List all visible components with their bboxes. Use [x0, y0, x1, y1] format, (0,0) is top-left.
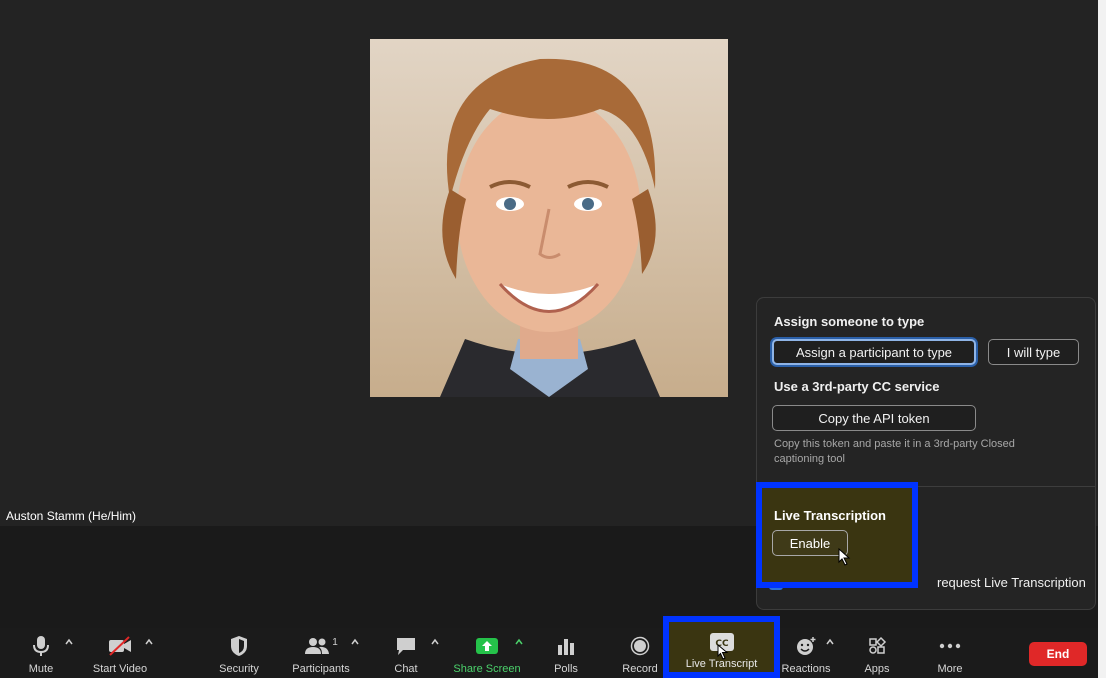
live-transcription-title: Live Transcription [774, 508, 886, 523]
share-screen-icon [472, 634, 502, 658]
participant-video [370, 39, 728, 397]
copy-api-token-button[interactable]: Copy the API token [772, 405, 976, 431]
security-label: Security [219, 663, 259, 675]
video-off-icon [105, 634, 135, 658]
participants-options-chevron-icon[interactable] [350, 637, 360, 647]
window-edge [1098, 0, 1106, 678]
live-transcript-button[interactable]: CC Live Transcript [663, 616, 780, 678]
more-button[interactable]: More [930, 628, 970, 678]
microphone-icon [26, 634, 56, 658]
chat-label: Chat [394, 663, 418, 675]
shield-icon [224, 634, 254, 658]
more-label: More [937, 663, 963, 675]
polls-label: Polls [554, 663, 578, 675]
share-options-chevron-icon[interactable] [514, 637, 524, 647]
apps-button[interactable]: Apps [860, 628, 894, 678]
record-label: Record [622, 663, 658, 675]
record-button[interactable]: Record [618, 628, 662, 678]
start-video-button[interactable]: Start Video [88, 628, 152, 678]
ellipsis-icon [935, 634, 965, 658]
participants-count: 1 [332, 636, 338, 648]
participant-face-image [370, 39, 728, 397]
meeting-toolbar: Mute Start Video Security 1 Participants… [0, 628, 1098, 678]
apps-label: Apps [864, 663, 890, 675]
enable-live-transcription-button[interactable]: Enable [772, 530, 848, 556]
participants-label: Participants [292, 663, 350, 675]
live-transcription-highlight: Live Transcription Enable [756, 482, 918, 588]
chat-options-chevron-icon[interactable] [430, 637, 440, 647]
smiley-icon [791, 634, 821, 658]
share-screen-label: Share Screen [453, 663, 521, 675]
assign-section-title: Assign someone to type [774, 314, 925, 329]
chat-button[interactable]: Chat [388, 628, 424, 678]
reactions-button[interactable]: Reactions [780, 628, 832, 678]
reactions-label: Reactions [781, 663, 831, 675]
assign-participant-button[interactable]: Assign a participant to type [772, 339, 976, 365]
participant-name-label: Auston Stamm (He/Him) [6, 509, 137, 523]
participants-icon: 1 [301, 634, 341, 658]
security-button[interactable]: Security [215, 628, 263, 678]
polls-button[interactable]: Polls [548, 628, 584, 678]
mute-button[interactable]: Mute [21, 628, 61, 678]
chat-bubble-icon [391, 634, 421, 658]
i-will-type-button[interactable]: I will type [988, 339, 1079, 365]
third-party-section-title: Use a 3rd-party CC service [774, 379, 940, 394]
record-icon [625, 634, 655, 658]
apps-icon [862, 634, 892, 658]
mute-options-chevron-icon[interactable] [64, 637, 74, 647]
video-options-chevron-icon[interactable] [144, 637, 154, 647]
copy-token-note: Copy this token and paste it in a 3rd-pa… [774, 438, 1015, 465]
end-meeting-button[interactable]: End [1029, 642, 1087, 666]
share-screen-button[interactable]: Share Screen [450, 628, 524, 678]
start-video-label: Start Video [92, 663, 148, 675]
reactions-options-chevron-icon[interactable] [825, 637, 835, 647]
participants-button[interactable]: 1 Participants [289, 628, 353, 678]
bar-chart-icon [551, 634, 581, 658]
request-transcription-label: request Live Transcription [937, 575, 1086, 590]
mouse-pointer-icon [838, 548, 851, 566]
mute-label: Mute [28, 663, 54, 675]
mouse-pointer-icon [717, 644, 729, 660]
